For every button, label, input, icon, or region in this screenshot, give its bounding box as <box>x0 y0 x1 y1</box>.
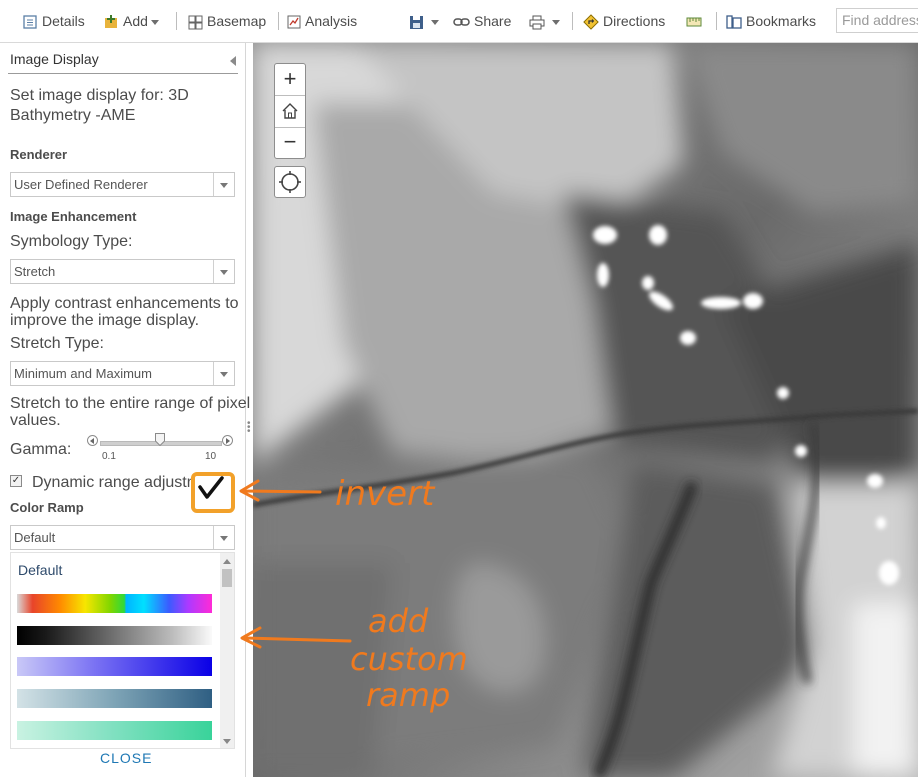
add-dropdown-caret-icon <box>150 19 159 25</box>
layer-target-line-1: Set image display for: 3D <box>10 87 189 104</box>
ramp-list-scrollbar[interactable] <box>220 553 234 748</box>
layer-target-line-2: Bathymetry -AME <box>10 107 136 124</box>
toolbar-divider <box>572 12 573 30</box>
symbology-type-value: Stretch <box>14 264 56 279</box>
bookmarks-icon <box>726 15 742 29</box>
color-ramp-chevron-down-icon[interactable] <box>213 526 234 549</box>
print-icon <box>529 15 545 30</box>
gamma-decrease-icon[interactable] <box>87 435 98 446</box>
annotation-add-text: add <box>368 602 429 640</box>
save-dropdown-caret-icon <box>431 19 439 25</box>
details-button[interactable]: Details <box>22 11 85 31</box>
analysis-button[interactable]: Analysis <box>287 11 357 31</box>
toolbar-divider <box>278 12 279 30</box>
color-ramp-heading: Color Ramp <box>10 500 84 515</box>
save-floppy-icon <box>410 15 423 29</box>
symbology-type-select[interactable]: Stretch <box>10 259 235 284</box>
top-toolbar: Details Add Basemap Analysis Share Direc… <box>0 0 918 43</box>
dynamic-range-label: Dynamic range adjustmen <box>32 474 192 491</box>
basemap-grid-icon <box>188 15 203 30</box>
panel-title: Image Display <box>10 51 99 67</box>
contrast-description-line-2: improve the image display. <box>10 312 200 329</box>
close-button[interactable]: CLOSE <box>100 750 152 766</box>
add-button[interactable]: Add <box>103 11 159 31</box>
ramp-option-default-label[interactable]: Default <box>18 562 62 578</box>
stretch-type-select[interactable]: Minimum and Maximum <box>10 361 235 386</box>
symbology-select-chevron-down-icon[interactable] <box>213 260 234 283</box>
stretch-description-line-1: Stretch to the entire range of pixel <box>10 395 251 412</box>
symbology-type-label: Symbology Type: <box>10 233 133 250</box>
scroll-down-icon[interactable] <box>223 739 231 744</box>
details-label: Details <box>42 13 85 29</box>
scroll-up-icon[interactable] <box>223 559 231 564</box>
find-address-input[interactable]: Find address <box>836 8 918 33</box>
toolbar-divider <box>716 12 717 30</box>
measure-ruler-icon <box>686 17 702 27</box>
stretch-type-label: Stretch Type: <box>10 335 104 352</box>
stretch-select-chevron-down-icon[interactable] <box>213 362 234 385</box>
save-button[interactable] <box>409 11 439 31</box>
gamma-slider-thumb[interactable] <box>155 433 165 446</box>
locate-crosshair-icon <box>279 171 301 193</box>
directions-button[interactable]: Directions <box>583 11 665 31</box>
gamma-label: Gamma: <box>10 441 72 458</box>
dynamic-range-checkbox[interactable]: ✓ <box>10 475 22 487</box>
layer-target-text: Set image display for: 3D Bathymetry -AM… <box>10 87 189 124</box>
renderer-select-chevron-down-icon[interactable] <box>213 173 234 196</box>
home-icon <box>282 103 298 119</box>
color-ramp-value: Default <box>14 530 56 545</box>
annotation-invert-text: invert <box>335 474 435 514</box>
color-ramp-black-white[interactable] <box>17 626 212 645</box>
locate-button[interactable] <box>274 166 306 198</box>
zoom-controls: + − <box>274 63 306 159</box>
basemap-label: Basemap <box>207 13 267 29</box>
analysis-icon <box>287 15 301 29</box>
print-button[interactable] <box>529 11 560 31</box>
color-ramp-list: Default <box>10 552 235 749</box>
contrast-description: Apply contrast enhancements to improve t… <box>10 295 239 329</box>
gamma-increase-icon[interactable] <box>222 435 233 446</box>
toolbar-divider <box>176 12 177 30</box>
measure-button[interactable] <box>686 11 706 31</box>
basemap-button[interactable]: Basemap <box>188 11 266 31</box>
details-icon <box>23 15 37 29</box>
find-address-placeholder: Find address <box>842 12 918 28</box>
annotation-custom-text: custom <box>350 640 468 678</box>
default-extent-button[interactable] <box>275 96 305 127</box>
renderer-heading: Renderer <box>10 147 68 162</box>
share-link-icon <box>453 18 470 27</box>
contrast-description-line-1: Apply contrast enhancements to <box>10 295 239 312</box>
color-ramp-blue[interactable] <box>17 657 212 676</box>
add-icon <box>105 15 117 29</box>
panel-resize-grip-icon[interactable]: • • • <box>247 419 251 437</box>
directions-sign-icon <box>583 14 599 31</box>
color-ramp-rainbow[interactable] <box>17 594 212 613</box>
collapse-panel-icon[interactable] <box>230 56 236 66</box>
zoom-out-button[interactable]: − <box>275 127 305 158</box>
share-button[interactable]: Share <box>453 11 511 31</box>
title-divider <box>8 73 238 74</box>
image-enhancement-heading: Image Enhancement <box>10 209 137 224</box>
share-label: Share <box>474 13 512 29</box>
color-ramp-steel-blue[interactable] <box>17 689 212 708</box>
gamma-max-label: 10 <box>205 451 217 462</box>
scrollbar-thumb[interactable] <box>222 569 232 587</box>
bookmarks-label: Bookmarks <box>746 13 817 29</box>
stretch-description: Stretch to the entire range of pixel val… <box>10 395 250 429</box>
color-ramp-seafoam[interactable] <box>17 721 212 740</box>
gamma-min-label: 0.1 <box>102 451 116 462</box>
stretch-description-line-2: values. <box>10 412 61 429</box>
renderer-select[interactable]: User Defined Renderer <box>10 172 235 197</box>
color-ramp-select[interactable]: Default <box>10 525 235 550</box>
stretch-type-value: Minimum and Maximum <box>14 366 152 381</box>
print-dropdown-caret-icon <box>552 19 560 25</box>
zoom-in-button[interactable]: + <box>275 64 305 95</box>
bookmarks-button[interactable]: Bookmarks <box>726 11 816 31</box>
renderer-select-value: User Defined Renderer <box>14 177 148 192</box>
analysis-label: Analysis <box>305 13 358 29</box>
add-label: Add <box>123 13 148 29</box>
directions-label: Directions <box>603 13 666 29</box>
annotation-ramp-text: ramp <box>366 676 451 714</box>
